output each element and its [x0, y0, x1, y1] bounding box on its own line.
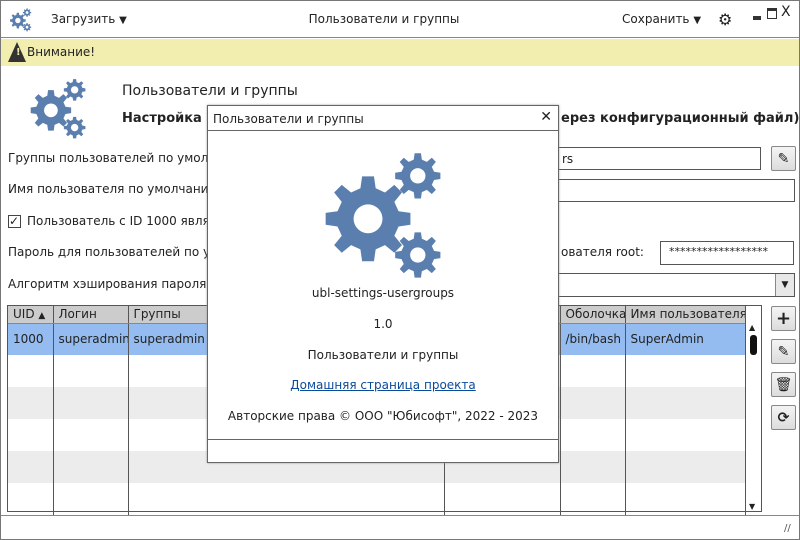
save-menu-button[interactable]: Сохранить ▼ — [622, 12, 701, 26]
password-label: Пароль для пользователей по умо — [8, 245, 227, 259]
groups-input[interactable]: rs — [541, 147, 761, 170]
add-user-button[interactable]: + — [771, 306, 796, 331]
edit-groups-button[interactable]: ✎ — [771, 146, 796, 171]
project-homepage-link[interactable]: Домашняя страница проекта — [208, 378, 558, 392]
column-name[interactable]: Имя пользователя — [625, 306, 746, 324]
root-password-input[interactable]: ****************** — [660, 241, 794, 265]
dialog-copyright: Авторские права © ООО "Юбисофт", 2022 - … — [227, 409, 539, 423]
refresh-button[interactable]: ⟳ — [771, 405, 796, 430]
dialog-logo-icon — [320, 151, 450, 281]
groups-label: Группы пользователей по умолчан — [8, 151, 231, 165]
hash-algorithm-select[interactable]: ▼ — [541, 273, 795, 297]
cell-login: superadmin — [53, 323, 129, 355]
column-uid-label: UID — [13, 307, 35, 322]
page-title: Пользователи и группы — [122, 83, 298, 99]
chevron-down-icon: ▼ — [693, 15, 702, 26]
edit-user-button[interactable]: ✎ — [771, 339, 796, 364]
maximize-button[interactable] — [767, 8, 777, 19]
edit-icon: ✎ — [777, 343, 790, 360]
username-label: Имя пользователя по умолчанию ( — [8, 182, 228, 196]
column-shell[interactable]: Оболочка — [560, 306, 626, 324]
plus-icon: + — [775, 308, 792, 329]
table-scrollbar[interactable]: ▲ ▼ — [745, 323, 761, 511]
trash-icon: 🗑 — [774, 376, 793, 393]
uid-checkbox-label: Пользователь с ID 1000 являет — [27, 214, 225, 228]
settings-gear-icon[interactable]: ⚙ — [718, 10, 732, 29]
hash-label: Алгоритм хэширования пароля: — [8, 277, 211, 291]
uid-checkbox[interactable]: ✓ — [8, 215, 21, 228]
page-subtitle-end: ерез конфигурационный файл) — [561, 111, 800, 126]
warning-icon-mark: ! — [16, 47, 21, 58]
dialog-description: Пользователи и группы — [307, 348, 459, 362]
scroll-down-icon[interactable]: ▼ — [749, 502, 755, 511]
root-password-label: ователя root: — [561, 245, 644, 259]
minimize-button[interactable] — [753, 16, 761, 20]
username-input[interactable] — [541, 179, 795, 202]
table-row-empty — [8, 483, 746, 515]
dialog-app-name: ubl-settings-usergroups — [311, 286, 455, 300]
status-divider — [1, 515, 799, 516]
dialog-version: 1.0 — [373, 317, 393, 331]
about-dialog: Пользователи и группы ✕ ubl-settings-use… — [207, 105, 559, 463]
dialog-titlebar: Пользователи и группы ✕ — [208, 106, 558, 131]
app-logo-icon — [26, 78, 92, 140]
resize-grip-icon[interactable]: // — [784, 523, 791, 534]
save-label: Сохранить — [622, 12, 690, 26]
cell-name: SuperAdmin — [625, 323, 746, 355]
edit-icon: ✎ — [777, 150, 790, 167]
chevron-down-icon[interactable]: ▼ — [775, 274, 794, 296]
cell-uid: 1000 — [8, 323, 54, 355]
warning-bar: ! Внимание! — [1, 39, 799, 66]
dialog-footer-divider — [208, 439, 558, 440]
scrollbar-thumb[interactable] — [750, 335, 757, 355]
delete-user-button[interactable]: 🗑 — [771, 372, 796, 397]
sort-asc-icon: ▲ — [38, 311, 46, 322]
warning-text: Внимание! — [27, 45, 96, 59]
refresh-icon: ⟳ — [777, 409, 790, 426]
scroll-up-icon[interactable]: ▲ — [749, 323, 755, 332]
column-uid[interactable]: UID ▲ — [8, 306, 54, 324]
cell-shell: /bin/bash — [560, 323, 626, 355]
close-window-button[interactable]: X — [781, 4, 791, 20]
dialog-close-button[interactable]: ✕ — [540, 109, 552, 125]
dialog-title: Пользователи и группы — [213, 112, 364, 126]
column-login[interactable]: Логин — [53, 306, 129, 324]
header-bar: Загрузить ▼ Пользователи и группы Сохран… — [1, 1, 799, 38]
